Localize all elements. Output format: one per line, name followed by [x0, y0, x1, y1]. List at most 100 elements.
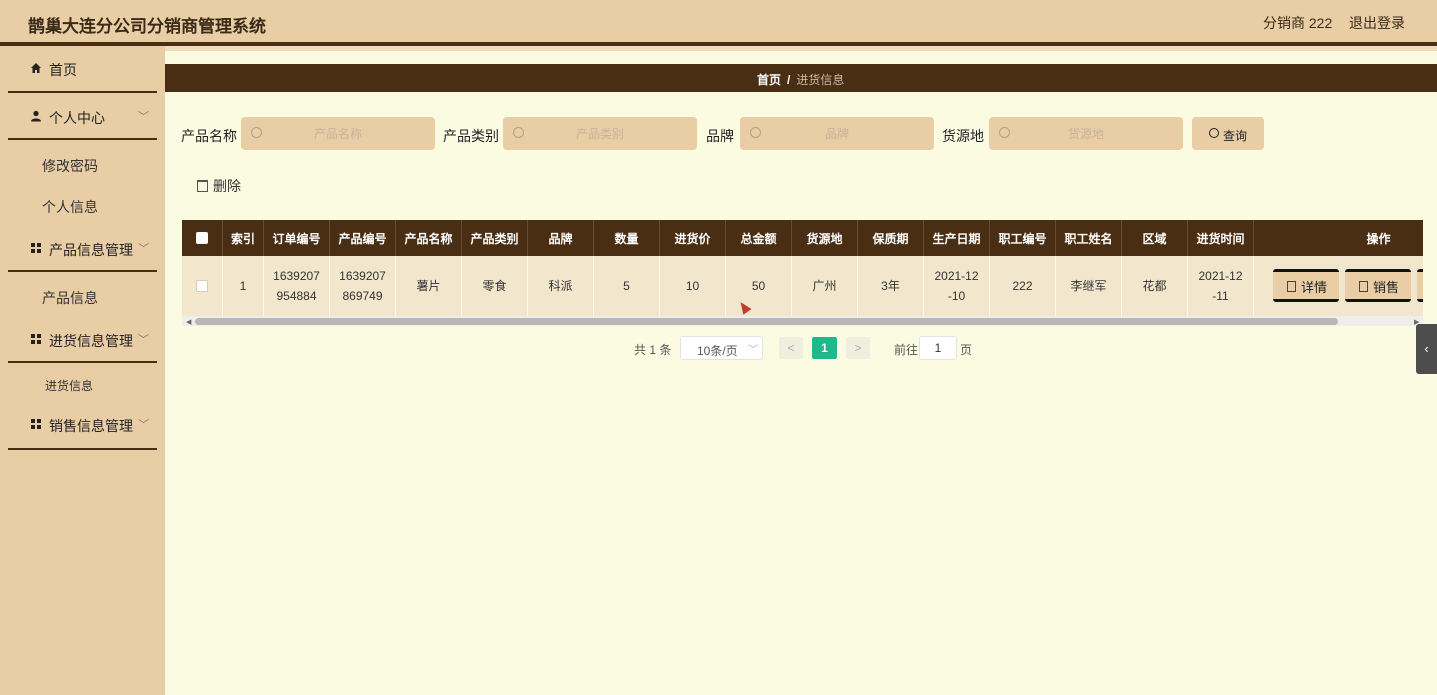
sidebar: 首页 个人中心 ﹀ 修改密码 个人信息 产品信息管理 ﹀ 产品信息 进货信息管理… — [0, 46, 165, 695]
grid-icon — [31, 334, 41, 344]
sidebar-item-home[interactable]: 首页 — [8, 46, 157, 92]
column-header: 订单编号 — [264, 220, 330, 256]
breadcrumb: 首页 / 进货信息 — [757, 71, 844, 88]
cell-staff-name: 李继军 — [1056, 256, 1122, 316]
cell-order-no: 1639207954884 — [264, 256, 330, 316]
cell-shelf-life: 3年 — [858, 256, 924, 316]
menu-divider — [8, 270, 157, 272]
horizontal-scrollbar[interactable]: ◀ ▶ — [182, 316, 1423, 326]
menu-divider — [8, 138, 157, 140]
cell-total: 50 — [726, 256, 792, 316]
column-header: 进货时间 — [1188, 220, 1254, 256]
detail-button-label: 详情 — [1301, 280, 1328, 295]
scrollbar-thumb[interactable] — [195, 318, 1338, 325]
cell-brand: 科派 — [528, 256, 594, 316]
chevron-down-icon: ﹀ — [138, 243, 149, 255]
column-header: 职工编号 — [990, 220, 1056, 256]
home-icon — [31, 63, 41, 73]
collapse-panel-button[interactable]: ‹ — [1416, 324, 1437, 374]
column-header: 区域 — [1122, 220, 1188, 256]
trash-icon — [197, 180, 208, 192]
next-page-button[interactable]: > — [846, 337, 870, 359]
menu-divider — [8, 91, 157, 93]
query-button-label: 查询 — [1223, 129, 1248, 143]
cell-purchase-time: 2021-12-11 — [1188, 256, 1254, 316]
category-input[interactable] — [503, 117, 697, 150]
cell-staff-no: 222 — [990, 256, 1056, 316]
cell-product-no: 1639207869749 — [330, 256, 396, 316]
sidebar-item-change-password[interactable]: 修改密码 — [8, 144, 157, 184]
brand-field[interactable] — [740, 117, 934, 150]
cell-category: 零食 — [462, 256, 528, 316]
column-header: 产品编号 — [330, 220, 396, 256]
current-page-button[interactable]: 1 — [812, 337, 837, 359]
more-action-button[interactable] — [1417, 269, 1423, 302]
product-name-field[interactable] — [241, 117, 435, 150]
current-user[interactable]: 分销商 222 — [1263, 13, 1332, 33]
logout-link[interactable]: 退出登录 — [1349, 13, 1405, 33]
select-all-cell[interactable] — [182, 220, 223, 256]
goto-page-input[interactable]: 1 — [919, 336, 957, 360]
origin-input[interactable] — [989, 117, 1183, 150]
sidebar-item-label: 产品信息管理 — [49, 242, 133, 258]
sidebar-item-label: 进货信息管理 — [49, 333, 133, 349]
breadcrumb-home[interactable]: 首页 — [757, 73, 781, 87]
grid-icon — [31, 243, 41, 253]
user-icon — [31, 110, 41, 122]
column-header: 索引 — [223, 220, 264, 256]
detail-button[interactable]: 详情 — [1273, 269, 1339, 302]
sidebar-item-label: 个人信息 — [42, 199, 98, 215]
cell-origin: 广州 — [792, 256, 858, 316]
app-title: 鹊巢大连分公司分销商管理系统 — [28, 17, 266, 36]
category-field[interactable] — [503, 117, 697, 150]
column-header: 数量 — [594, 220, 660, 256]
product-name-label: 产品名称 — [181, 128, 237, 144]
sidebar-item-personal-center[interactable]: 个人中心 ﹀ — [8, 94, 157, 140]
cell-quantity: 5 — [594, 256, 660, 316]
brand-label: 品牌 — [706, 128, 734, 144]
row-checkbox[interactable] — [196, 280, 208, 292]
page-size-value: 10条/页 — [697, 344, 738, 358]
column-header: 总金额 — [726, 220, 792, 256]
sidebar-item-purchase-info[interactable]: 进货信息 — [8, 365, 157, 405]
category-label: 产品类别 — [443, 128, 499, 144]
menu-divider — [8, 448, 157, 450]
sidebar-item-label: 产品信息 — [42, 290, 98, 306]
brand-input[interactable] — [740, 117, 934, 150]
grid-icon — [31, 419, 41, 429]
sidebar-item-sales-mgmt[interactable]: 销售信息管理 ﹀ — [8, 402, 157, 448]
column-header: 进货价 — [660, 220, 726, 256]
document-icon — [1359, 281, 1368, 292]
cell-actions: 详情 销售 — [1254, 256, 1423, 316]
sidebar-item-label: 个人中心 — [49, 110, 105, 126]
sidebar-item-label: 修改密码 — [42, 158, 98, 174]
page-size-select[interactable]: 10条/页 ﹀ — [680, 336, 763, 360]
origin-label: 货源地 — [942, 128, 984, 144]
product-name-input[interactable] — [241, 117, 435, 150]
pagination-total: 共 1 条 — [634, 343, 672, 357]
table-row[interactable]: 1 1639207954884 1639207869749 薯片 零食 科派 5… — [182, 256, 1423, 316]
sidebar-item-label: 进货信息 — [45, 379, 94, 393]
chevron-down-icon: ﹀ — [748, 345, 758, 356]
delete-button[interactable]: 删除 — [197, 176, 241, 196]
cell-area: 花都 — [1122, 256, 1188, 316]
query-button[interactable]: 查询 — [1192, 117, 1264, 150]
cell-price: 10 — [660, 256, 726, 316]
row-select-cell[interactable] — [182, 256, 223, 316]
select-all-checkbox[interactable] — [196, 232, 208, 244]
cell-production-date: 2021-12-10 — [924, 256, 990, 316]
prev-page-button[interactable]: < — [779, 337, 803, 359]
origin-field[interactable] — [989, 117, 1183, 150]
sidebar-item-purchase-mgmt[interactable]: 进货信息管理 ﹀ — [8, 317, 157, 363]
goto-label: 前往 — [894, 343, 919, 357]
sidebar-item-personal-info[interactable]: 个人信息 — [8, 185, 157, 225]
chevron-down-icon: ﹀ — [138, 334, 149, 346]
column-header: 保质期 — [858, 220, 924, 256]
sidebar-item-product-mgmt[interactable]: 产品信息管理 ﹀ — [8, 226, 157, 272]
sell-button[interactable]: 销售 — [1345, 269, 1411, 302]
sidebar-item-label: 销售信息管理 — [49, 418, 133, 434]
breadcrumb-bar: 首页 / 进货信息 — [165, 64, 1437, 92]
sidebar-item-product-info[interactable]: 产品信息 — [8, 276, 157, 316]
scroll-left-arrow-icon[interactable]: ◀ — [186, 318, 191, 326]
column-header: 生产日期 — [924, 220, 990, 256]
